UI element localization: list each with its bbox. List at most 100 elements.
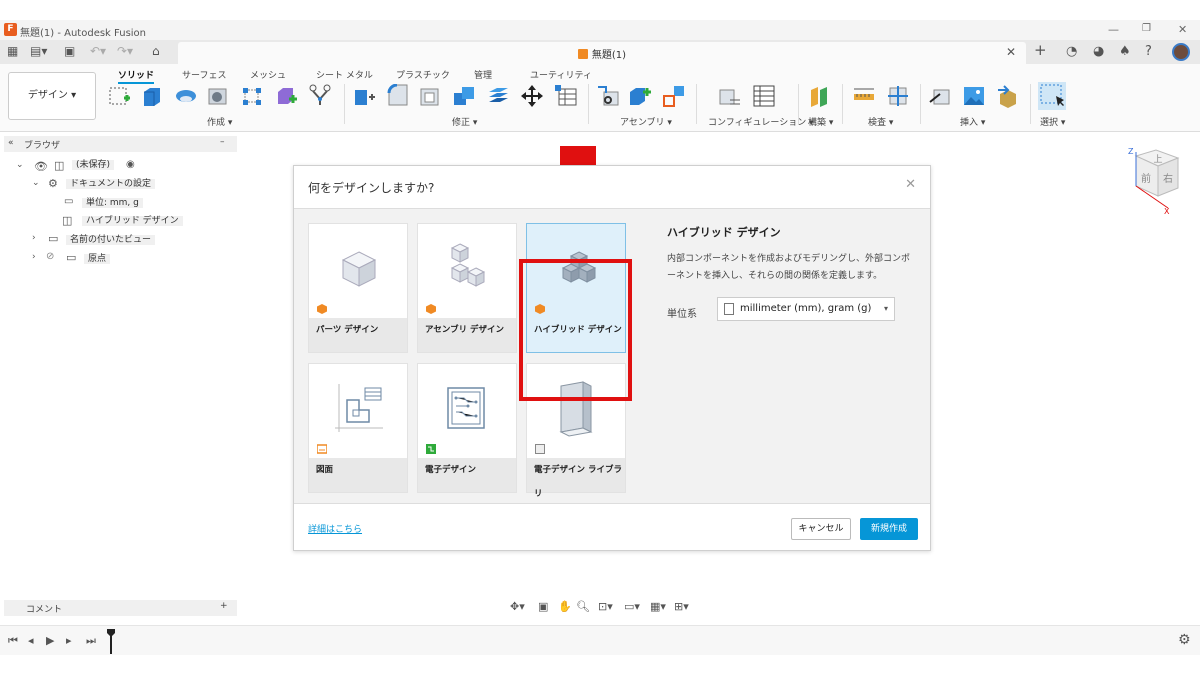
tree-units[interactable]: 単位: mm, g <box>82 195 143 211</box>
section-analysis-icon[interactable] <box>886 84 910 108</box>
align-icon[interactable] <box>662 84 686 108</box>
change-parameters-icon[interactable] <box>554 84 578 108</box>
group-create-label[interactable]: 作成 ▾ <box>207 115 232 128</box>
visibility-eye-icon[interactable]: 👁 <box>34 160 48 173</box>
tab-sheet-metal[interactable]: シート メタル <box>316 68 373 81</box>
chevron-right-icon[interactable]: › <box>32 233 36 243</box>
learn-more-link[interactable]: 詳細はこちら <box>308 522 362 535</box>
minimize-button[interactable]: — <box>1108 23 1119 36</box>
tree-root-component[interactable]: (未保存) <box>72 157 115 173</box>
group-assemble-label[interactable]: アセンブリ ▾ <box>620 115 672 128</box>
window-select-icon[interactable] <box>1038 82 1066 110</box>
shell-icon[interactable] <box>418 84 442 108</box>
tree-document-settings[interactable]: ドキュメントの設定 <box>66 176 156 192</box>
viewcube-front-face[interactable]: 前 <box>1141 172 1151 185</box>
group-insert-label[interactable]: 挿入 ▾ <box>960 115 985 128</box>
notifications-icon[interactable]: ♠ <box>1119 44 1131 59</box>
viewports-icon[interactable]: ⊞▾ <box>674 600 689 613</box>
combine-icon[interactable] <box>452 84 476 108</box>
timeline-marker-handle[interactable] <box>106 628 116 654</box>
comments-panel-header[interactable]: コメント + <box>4 600 237 616</box>
configuration-table-icon[interactable] <box>752 84 776 108</box>
tab-mesh[interactable]: メッシュ <box>250 68 286 81</box>
unit-system-select[interactable]: millimeter (mm), gram (g) ▾ <box>717 297 895 321</box>
tab-solid[interactable]: ソリッド <box>118 68 155 84</box>
go-to-end-icon[interactable]: ⏭ <box>86 634 96 648</box>
insert-component-icon[interactable] <box>628 84 652 108</box>
tab-plastic[interactable]: プラスチック <box>396 68 450 81</box>
fit-icon[interactable]: ⊡▾ <box>598 600 613 613</box>
insert-canvas-icon[interactable] <box>962 84 986 108</box>
add-comment-button[interactable]: + <box>220 601 228 611</box>
group-construct-label[interactable]: 構築 ▾ <box>808 115 833 128</box>
cancel-button[interactable]: キャンセル <box>791 518 851 540</box>
step-back-icon[interactable]: ◂ <box>28 634 34 647</box>
file-menu-icon[interactable]: ▤▾ <box>30 44 47 58</box>
view-cube[interactable]: 上 前 右 Z X <box>1122 146 1182 216</box>
chevron-down-icon[interactable]: ⌄ <box>16 160 24 170</box>
new-tab-icon[interactable]: + <box>1034 41 1047 59</box>
workspace-switcher-button[interactable]: デザイン ▾ <box>8 72 96 120</box>
tab-document[interactable]: 無題(1) ✕ <box>178 42 1026 64</box>
viewcube-top-face[interactable]: 上 <box>1153 154 1162 165</box>
configure-table-icon[interactable] <box>718 84 742 108</box>
card-drawing[interactable]: 図面 <box>308 363 408 493</box>
card-assembly-design[interactable]: アセンブリ デザイン <box>417 223 517 353</box>
play-icon[interactable]: ▶ <box>46 634 54 647</box>
tab-manage[interactable]: 管理 <box>474 68 492 81</box>
fillet-icon[interactable] <box>386 84 410 108</box>
grid-settings-icon[interactable]: ▦▾ <box>650 600 666 613</box>
maximize-button[interactable]: ❐ <box>1142 23 1151 34</box>
tab-utilities[interactable]: ユーティリティ <box>530 68 592 81</box>
help-icon[interactable]: ? <box>1145 44 1152 59</box>
revolve-icon[interactable] <box>174 84 198 108</box>
close-tab-button[interactable]: ✕ <box>1006 45 1016 59</box>
card-electronics-design[interactable]: 電子デザイン <box>417 363 517 493</box>
close-window-button[interactable]: ✕ <box>1178 23 1187 36</box>
offset-plane-icon[interactable] <box>808 84 832 108</box>
user-avatar[interactable] <box>1172 43 1190 61</box>
offset-face-icon[interactable] <box>486 84 510 108</box>
create-button[interactable]: 新規作成 <box>860 518 918 540</box>
apps-grid-icon[interactable]: ▦ <box>7 44 18 58</box>
go-to-start-icon[interactable]: ⏮ <box>8 634 18 648</box>
close-dialog-button[interactable]: ✕ <box>905 177 916 192</box>
press-pull-icon[interactable] <box>352 84 376 108</box>
chevron-down-icon[interactable]: ⌄ <box>32 178 40 188</box>
minimize-browser-icon[interactable]: – <box>220 137 225 147</box>
zoom-icon[interactable]: 🔍︎ <box>576 600 590 613</box>
tree-design-type[interactable]: ハイブリッド デザイン <box>82 213 183 229</box>
viewcube-right-face[interactable]: 右 <box>1163 172 1173 185</box>
insert-derive-icon[interactable] <box>928 84 952 108</box>
group-modify-label[interactable]: 修正 ▾ <box>452 115 477 128</box>
measure-icon[interactable] <box>852 84 876 108</box>
group-select-label[interactable]: 選択 ▾ <box>1040 115 1065 128</box>
joint-icon[interactable] <box>308 84 332 108</box>
browser-panel-header[interactable]: « ブラウザ – <box>4 136 237 152</box>
hidden-eye-icon[interactable]: ⊘ <box>46 251 54 262</box>
collapse-browser-icon[interactable]: « <box>8 138 14 148</box>
job-status-icon[interactable]: ◕ <box>1093 44 1104 59</box>
tree-origin[interactable]: 原点 <box>84 251 111 267</box>
create-sketch-icon[interactable] <box>108 84 132 108</box>
insert-mcmaster-icon[interactable] <box>996 84 1020 108</box>
hole-icon[interactable] <box>206 84 230 108</box>
move-copy-icon[interactable] <box>520 84 544 108</box>
group-inspect-label[interactable]: 検査 ▾ <box>868 115 893 128</box>
card-part-design[interactable]: パーツ デザイン <box>308 223 408 353</box>
chevron-right-icon[interactable]: › <box>32 252 36 262</box>
display-settings-icon[interactable]: ▭▾ <box>624 600 640 613</box>
new-component-icon[interactable] <box>274 84 298 108</box>
tab-surface[interactable]: サーフェス <box>182 68 226 81</box>
as-built-joint-icon[interactable] <box>596 84 620 108</box>
look-at-icon[interactable]: ▣ <box>538 600 548 613</box>
orbit-icon[interactable]: ✥▾ <box>510 600 525 613</box>
tree-named-views[interactable]: 名前の付いたビュー <box>66 232 156 248</box>
home-icon[interactable]: ⌂ <box>152 44 160 58</box>
step-forward-icon[interactable]: ▸ <box>66 634 72 647</box>
save-icon[interactable]: ▣ <box>64 44 75 58</box>
redo-icon[interactable]: ↷▾ <box>117 44 133 58</box>
undo-icon[interactable]: ↶▾ <box>90 44 106 58</box>
extrude-icon[interactable] <box>140 84 164 108</box>
extensions-icon[interactable]: ◔ <box>1066 44 1077 59</box>
